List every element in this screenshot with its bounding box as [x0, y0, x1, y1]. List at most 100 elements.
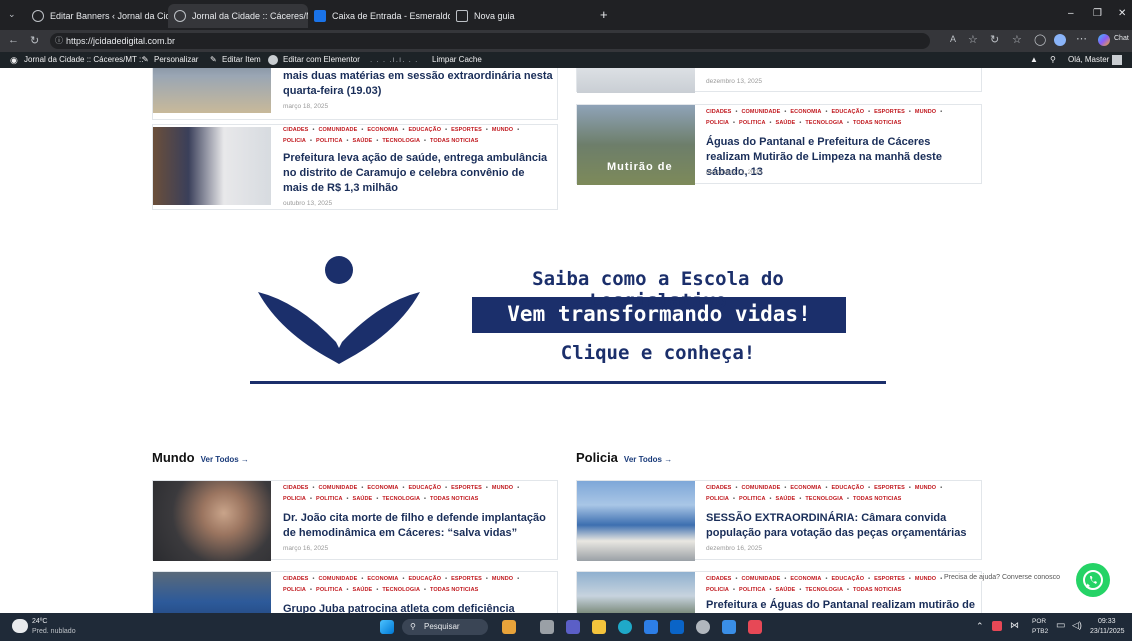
settings-gear-icon[interactable] — [696, 620, 710, 634]
category-link[interactable]: SAÚDE — [353, 138, 373, 144]
teams-icon[interactable] — [566, 620, 580, 634]
see-all-link[interactable]: Ver Todos → — [624, 455, 672, 464]
category-link[interactable]: ESPORTES — [451, 127, 482, 133]
category-link[interactable]: ESPORTES — [874, 485, 905, 491]
admin-site-link[interactable]: Jornal da Cidade :: Cáceres/MT :: — [24, 52, 143, 68]
category-link[interactable]: CIDADES — [283, 576, 308, 582]
post-title[interactable]: Prefeitura e Águas do Pantanal realizam … — [706, 598, 976, 613]
greeting-label[interactable]: Olá, Master — [1068, 52, 1109, 68]
read-aloud-icon[interactable]: A — [950, 34, 956, 44]
post-card[interactable]: CIDADES • COMUNIDADE • ECONOMIA • EDUCAÇÃO • ESP… — [152, 480, 558, 561]
tray-chevron-icon[interactable]: ⌃ — [976, 621, 984, 632]
post-thumbnail[interactable] — [153, 572, 271, 613]
store-icon[interactable] — [644, 620, 658, 634]
category-link[interactable]: POLICIA — [706, 587, 729, 593]
weather-temp[interactable]: 24ºC — [32, 618, 47, 625]
category-link[interactable]: POLITICA — [316, 138, 342, 144]
category-link[interactable]: ECONOMIA — [367, 127, 398, 133]
category-link[interactable]: EDUCAÇÃO — [832, 485, 865, 491]
file-explorer-icon[interactable] — [592, 620, 606, 634]
task-view-icon[interactable] — [540, 620, 554, 634]
tab-caixa-de-entrada[interactable]: Caixa de Entrada - Esmeraldo Rodr ✕ — [308, 4, 450, 28]
post-card[interactable]: CIDADES • COMUNIDADE • ECONOMIA • EDUCAÇÃO • ESP… — [152, 571, 558, 613]
user-avatar[interactable] — [1112, 55, 1122, 65]
category-link[interactable]: POLICIA — [706, 496, 729, 502]
category-link[interactable]: MUNDO — [915, 109, 936, 115]
category-link[interactable]: CIDADES — [283, 127, 308, 133]
restore-icon[interactable]: ❐ — [1093, 8, 1102, 19]
tab-jornal-da-cidade[interactable]: Jornal da Cidade :: Cáceres/MT :: – ✕ — [168, 4, 308, 28]
post-card[interactable]: Mutirão de CIDADES • COMUNIDADE • ECONOMIA • E… — [576, 104, 982, 185]
category-link[interactable]: MUNDO — [492, 485, 513, 491]
category-link[interactable]: POLITICA — [739, 587, 765, 593]
post-thumbnail[interactable] — [577, 572, 695, 613]
category-link[interactable]: CIDADES — [706, 485, 731, 491]
more-menu-icon[interactable]: ⋯ — [1076, 32, 1087, 45]
category-link[interactable]: TECNOLOGIA — [382, 496, 420, 502]
category-link[interactable]: EDUCAÇÃO — [409, 485, 442, 491]
post-thumbnail[interactable] — [577, 481, 695, 561]
category-link[interactable]: TODAS NOTICIAS — [853, 120, 901, 126]
app-icon[interactable] — [722, 620, 736, 634]
category-link[interactable]: TECNOLOGIA — [382, 138, 420, 144]
search-icon[interactable]: ⚲ — [1050, 52, 1056, 68]
tab-editar-banners[interactable]: Editar Banners ‹ Jornal da Cidade :: ✕ — [26, 4, 168, 28]
category-link[interactable]: SAÚDE — [353, 496, 373, 502]
app-icon-2[interactable] — [748, 620, 762, 634]
category-link[interactable]: CIDADES — [283, 485, 308, 491]
clock-time[interactable]: 09:33 — [1098, 618, 1116, 625]
category-link[interactable]: TECNOLOGIA — [805, 587, 843, 593]
category-link[interactable]: TECNOLOGIA — [805, 496, 843, 502]
tab-menu-icon[interactable]: ⌄ — [8, 9, 16, 20]
post-thumbnail[interactable] — [153, 481, 271, 561]
post-thumbnail[interactable] — [153, 68, 271, 113]
category-link[interactable]: COMUNIDADE — [741, 109, 780, 115]
wp-logo-icon[interactable]: ◉ — [10, 52, 18, 68]
windows-start-icon[interactable] — [380, 620, 394, 634]
copilot-icon[interactable] — [1098, 34, 1110, 46]
category-link[interactable]: POLITICA — [739, 496, 765, 502]
post-title[interactable]: Grupo Juba patrocina atleta com deficiên… — [283, 602, 553, 613]
category-link[interactable]: EDUCAÇÃO — [832, 576, 865, 582]
reload-icon[interactable]: ↻ — [30, 34, 39, 47]
see-all-link[interactable]: Ver Todos → — [201, 455, 249, 464]
edge-icon[interactable] — [618, 620, 632, 634]
favorite-star-icon[interactable]: ☆ — [968, 33, 978, 46]
post-card[interactable]: CIDADES • COMUNIDADE • ECONOMIA • EDUCAÇÃO • ESP… — [152, 124, 558, 210]
category-link[interactable]: ECONOMIA — [790, 109, 821, 115]
post-title[interactable]: Dr. João cita morte de filho e defende i… — [283, 511, 553, 541]
category-link[interactable]: POLICIA — [283, 496, 306, 502]
edit-item-link[interactable]: Editar Item — [222, 52, 261, 68]
refresh-ext-icon[interactable]: ↻ — [990, 33, 999, 46]
elementor-link[interactable]: Editar com Elementor — [283, 52, 360, 68]
clock-date[interactable]: 23/11/2025 — [1090, 628, 1125, 635]
tray-app-icon[interactable] — [992, 621, 1002, 631]
category-link[interactable]: MUNDO — [492, 127, 513, 133]
category-link[interactable]: TODAS NOTICIAS — [430, 496, 478, 502]
post-thumbnail[interactable] — [577, 68, 695, 93]
category-link[interactable]: TODAS NOTICIAS — [853, 496, 901, 502]
category-link[interactable]: ESPORTES — [451, 485, 482, 491]
category-link[interactable]: SAÚDE — [776, 120, 796, 126]
category-link[interactable]: TECNOLOGIA — [382, 587, 420, 593]
display-icon[interactable]: ▭ — [1056, 620, 1065, 631]
widgets-icon[interactable] — [502, 620, 516, 634]
shield-icon[interactable]: ◯ — [1034, 33, 1046, 46]
category-link[interactable]: POLICIA — [283, 138, 306, 144]
category-link[interactable]: SAÚDE — [776, 587, 796, 593]
post-thumbnail[interactable]: Mutirão de — [577, 105, 695, 185]
speaker-icon[interactable]: ◁) — [1072, 620, 1082, 631]
url-input[interactable]: ⓘ https://jcidadedigital.com.br — [50, 33, 930, 49]
category-link[interactable]: TECNOLOGIA — [805, 120, 843, 126]
category-link[interactable]: TODAS NOTICIAS — [853, 587, 901, 593]
new-tab-button[interactable]: + — [600, 7, 608, 22]
category-link[interactable]: TODAS NOTICIAS — [430, 587, 478, 593]
category-link[interactable]: SAÚDE — [776, 496, 796, 502]
language-indicator[interactable]: POR — [1032, 618, 1046, 625]
customize-link[interactable]: Personalizar — [154, 52, 198, 68]
profile-avatar[interactable] — [1054, 34, 1066, 46]
minimize-icon[interactable]: – — [1068, 8, 1074, 19]
category-link[interactable]: ESPORTES — [451, 576, 482, 582]
category-link[interactable]: POLITICA — [316, 587, 342, 593]
category-link[interactable]: EDUCAÇÃO — [409, 127, 442, 133]
